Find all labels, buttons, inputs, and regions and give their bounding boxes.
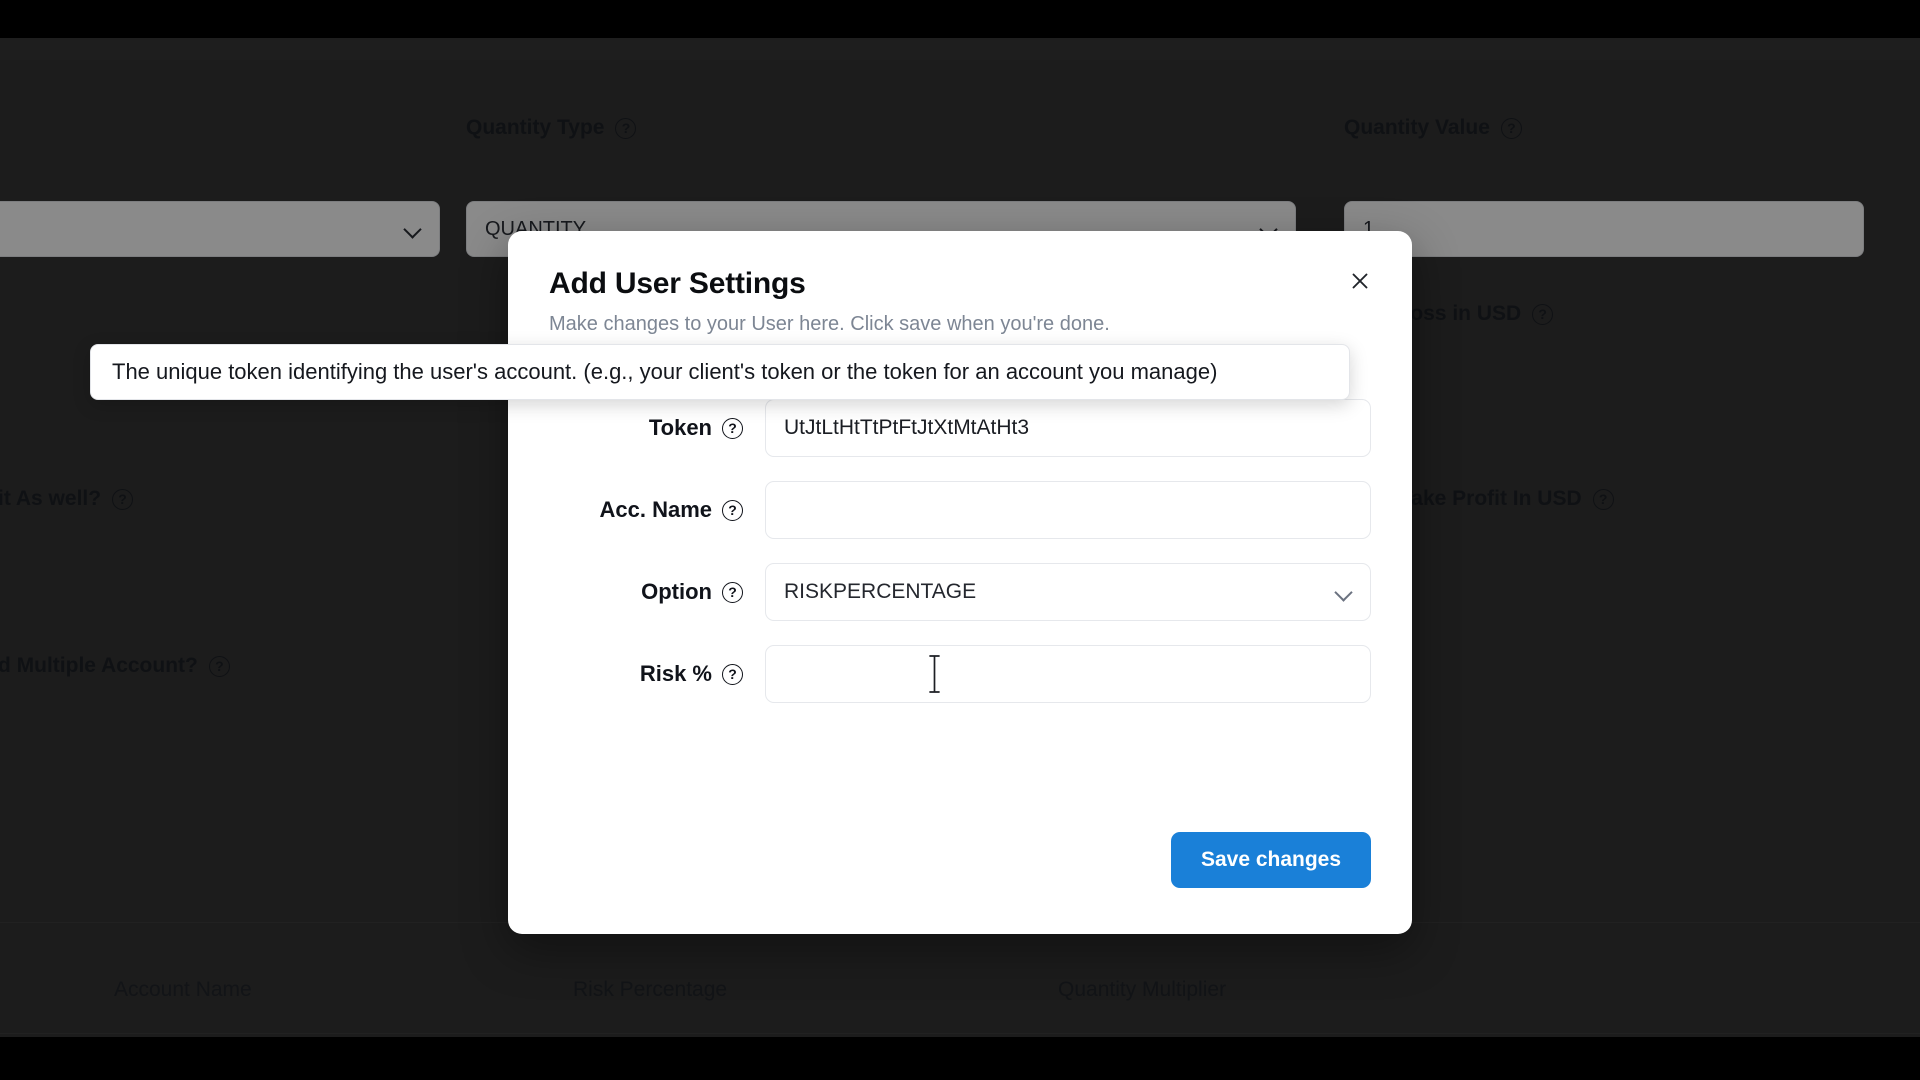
help-circle-icon[interactable]	[722, 417, 743, 439]
form-row-option: Option RISKPERCENTAGE	[549, 563, 1371, 621]
screen-root: Quantity Type Quantity Value QUANTITY 1 …	[0, 0, 1920, 1080]
close-icon[interactable]	[1342, 263, 1378, 299]
label-token-text: Token	[648, 415, 712, 440]
risk-percent-input-wrapper	[765, 645, 1371, 703]
dialog-title: Add User Settings	[549, 267, 806, 300]
save-changes-button[interactable]: Save changes	[1171, 832, 1371, 888]
label-option: Option	[549, 579, 765, 605]
help-circle-icon[interactable]	[722, 499, 743, 521]
close-icon-glyph	[1352, 273, 1368, 289]
help-circle-icon[interactable]	[722, 581, 743, 603]
dialog-footer: Save changes	[1171, 832, 1371, 888]
label-risk-percent-text: Risk %	[639, 661, 712, 686]
user-settings-form: Token Acc. Name Option	[549, 399, 1371, 727]
chevron-down-icon	[1336, 584, 1352, 600]
form-row-risk-percent: Risk %	[549, 645, 1371, 703]
label-option-text: Option	[641, 579, 712, 604]
acc-name-input[interactable]	[765, 481, 1371, 539]
form-row-token: Token	[549, 399, 1371, 457]
option-select[interactable]: RISKPERCENTAGE	[765, 563, 1371, 621]
add-user-settings-dialog: Add User Settings Make changes to your U…	[508, 231, 1412, 934]
dialog-subtitle: Make changes to your User here. Click sa…	[549, 313, 1110, 335]
letterbox-top	[0, 0, 1920, 38]
label-acc-name: Acc. Name	[549, 497, 765, 523]
help-circle-icon[interactable]	[722, 663, 743, 685]
token-help-tooltip: The unique token identifying the user's …	[90, 344, 1350, 400]
label-risk-percent: Risk %	[549, 661, 765, 687]
option-select-value: RISKPERCENTAGE	[784, 580, 977, 603]
risk-percent-input[interactable]	[765, 645, 1371, 703]
form-row-acc-name: Acc. Name	[549, 481, 1371, 539]
label-token: Token	[549, 415, 765, 441]
label-acc-name-text: Acc. Name	[599, 497, 712, 522]
token-input[interactable]	[765, 399, 1371, 457]
letterbox-bottom	[0, 1037, 1920, 1080]
